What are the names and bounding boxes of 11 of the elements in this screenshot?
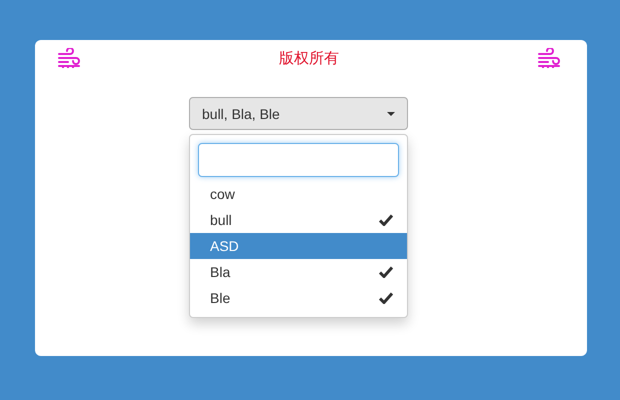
- wind-icon: [537, 48, 561, 68]
- option-item[interactable]: Ble: [190, 285, 407, 311]
- option-item[interactable]: ASD: [190, 233, 407, 259]
- search-field[interactable]: [198, 143, 399, 177]
- option-item[interactable]: cow: [190, 181, 407, 207]
- caret-icon: [387, 112, 395, 116]
- option-item[interactable]: Bla: [190, 259, 407, 285]
- option-item[interactable]: bull: [190, 207, 407, 233]
- wind-icon: [57, 48, 81, 68]
- multiselect-button[interactable]: bull, Bla, Ble: [189, 97, 408, 130]
- header-title: 版权所有: [279, 48, 339, 68]
